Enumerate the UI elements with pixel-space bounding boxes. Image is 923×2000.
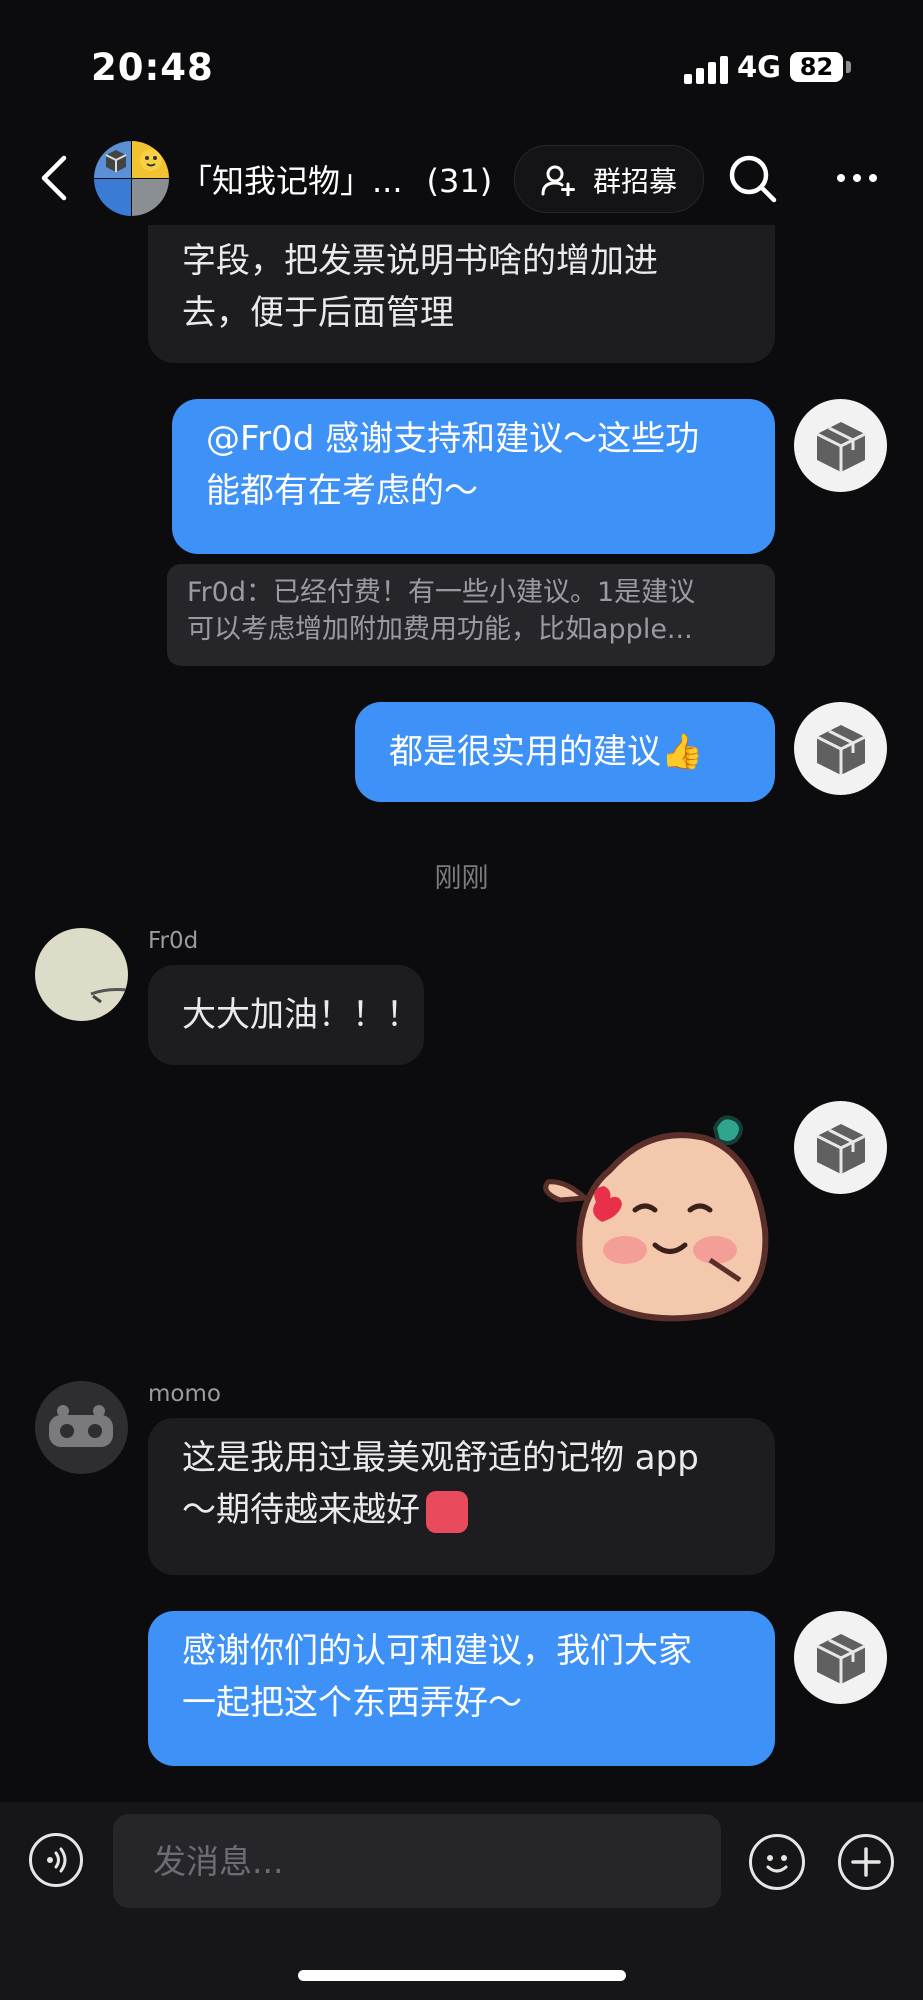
message-text: 感谢你们的认可和建议，我们大家 bbox=[182, 1631, 692, 1671]
message-text: 字段，把发票说明书啥的增加进 bbox=[182, 241, 658, 281]
search-icon[interactable] bbox=[728, 154, 778, 204]
signal-icon bbox=[684, 56, 730, 84]
message-text: 一起把这个东西弄好～ bbox=[182, 1683, 522, 1723]
member-count: (31) bbox=[426, 162, 493, 200]
sticker-emoji-icon bbox=[426, 1490, 468, 1533]
message-bubble[interactable]: @Fr0d 感谢支持和建议～这些功 能都有在考虑的～ bbox=[172, 399, 775, 554]
message-bubble[interactable]: 这是我用过最美观舒适的记物 app ～期待越来越好 bbox=[148, 1418, 775, 1575]
message-field[interactable] bbox=[113, 1814, 721, 1908]
quoted-message[interactable]: Fr0d：已经付费！有一些小建议。1是建议 可以考虑增加附加费用功能，比如app… bbox=[167, 564, 775, 666]
message-text: 这是我用过最美观舒适的记物 app bbox=[182, 1438, 699, 1478]
group-name: 「知我记物」... bbox=[180, 162, 403, 200]
message-text: 大大加油！！！ bbox=[182, 995, 420, 1035]
message-bubble[interactable]: 都是很实用的建议👍 bbox=[355, 702, 775, 802]
my-avatar[interactable] bbox=[794, 1101, 887, 1194]
sender-name: momo bbox=[148, 1381, 221, 1407]
quote-text: 可以考虑增加附加费用功能，比如apple... bbox=[187, 614, 693, 645]
message-text-line: ～期待越来越好 bbox=[182, 1484, 741, 1536]
battery-tip bbox=[846, 61, 851, 73]
group-title[interactable]: 「知我记物」... (31) bbox=[180, 156, 492, 202]
message-text: 能都有在考虑的～ bbox=[206, 471, 478, 511]
back-icon[interactable] bbox=[38, 154, 72, 202]
emoji-icon[interactable] bbox=[749, 1834, 805, 1890]
home-indicator bbox=[298, 1970, 626, 1981]
group-avatar[interactable] bbox=[94, 141, 169, 216]
quote-text: Fr0d：已经付费！有一些小建议。1是建议 bbox=[187, 577, 696, 608]
avatar-frod[interactable] bbox=[35, 928, 128, 1021]
network-label: 4G bbox=[737, 50, 781, 84]
plus-icon[interactable] bbox=[838, 1834, 894, 1890]
message-text: @Fr0d 感谢支持和建议～这些功 bbox=[206, 419, 700, 459]
avatar-momo[interactable] bbox=[35, 1381, 128, 1474]
message-bubble[interactable]: 字段，把发票说明书啥的增加进 去，便于后面管理 bbox=[148, 225, 775, 363]
message-bubble[interactable]: 大大加油！！！ bbox=[148, 965, 424, 1065]
more-icon[interactable] bbox=[836, 166, 878, 190]
message-text: 去，便于后面管理 bbox=[182, 293, 454, 333]
my-avatar[interactable] bbox=[794, 1611, 887, 1704]
message-text: ～期待越来越好 bbox=[182, 1490, 420, 1530]
message-input[interactable] bbox=[113, 1814, 721, 1908]
sender-name: Fr0d bbox=[148, 928, 199, 954]
message-bubble[interactable]: 感谢你们的认可和建议，我们大家 一起把这个东西弄好～ bbox=[148, 1611, 775, 1766]
message-text: 都是很实用的建议👍 bbox=[389, 732, 704, 772]
recruit-label: 群招募 bbox=[593, 165, 678, 198]
timestamp: 刚刚 bbox=[434, 863, 489, 894]
my-avatar[interactable] bbox=[794, 702, 887, 795]
recruit-button[interactable]: 群招募 bbox=[514, 145, 704, 213]
peach-sticker[interactable] bbox=[540, 1110, 780, 1330]
voice-icon[interactable] bbox=[29, 1833, 83, 1887]
battery-icon: 82 bbox=[790, 52, 843, 82]
add-user-icon bbox=[541, 165, 575, 196]
my-avatar[interactable] bbox=[794, 399, 887, 492]
status-time: 20:48 bbox=[91, 46, 214, 89]
